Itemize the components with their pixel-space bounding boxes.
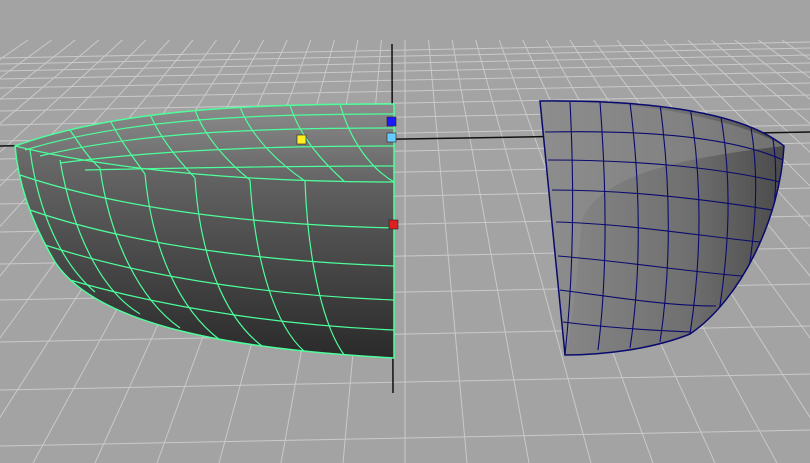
- viewport-canvas[interactable]: [0, 0, 810, 463]
- y-axis-handle[interactable]: [296, 134, 307, 145]
- grid-line-v: [451, 39, 530, 463]
- grid-line-v: [0, 39, 52, 79]
- grid-line-v: [758, 39, 810, 79]
- unselected-quarter-sphere[interactable]: [539, 100, 785, 356]
- perspective-viewport[interactable]: [0, 0, 810, 463]
- selected-quarter-sphere[interactable]: [14, 103, 395, 359]
- center-handle[interactable]: [386, 132, 397, 143]
- x-axis-handle[interactable]: [388, 219, 399, 230]
- grid-line-v: [428, 39, 468, 463]
- z-axis-handle[interactable]: [386, 116, 397, 127]
